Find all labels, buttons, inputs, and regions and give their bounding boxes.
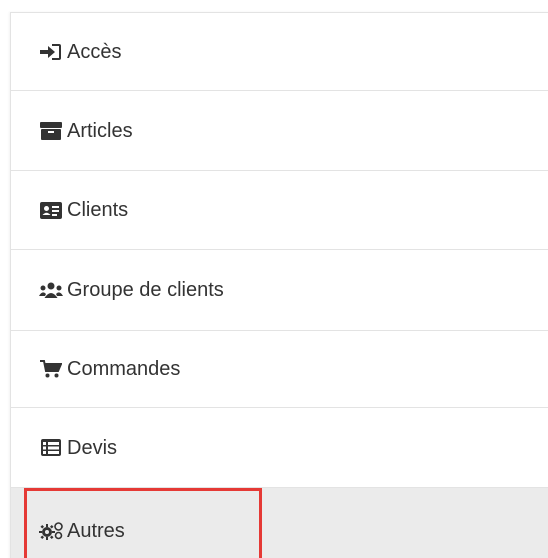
menu-item-devis[interactable]: Devis: [11, 408, 548, 488]
menu-item-label: Commandes: [67, 358, 181, 380]
menu-item-label: Clients: [67, 199, 129, 221]
menu-item-label: Devis: [67, 436, 118, 459]
address-card-icon: [39, 199, 63, 221]
menu-item-label: Articles: [67, 119, 133, 142]
menu-item-label: Autres: [67, 520, 125, 542]
users-icon: [39, 279, 63, 301]
page: Accès Articles Clients Groupe de clients…: [0, 0, 548, 558]
menu-item-autres[interactable]: Autres: [11, 488, 548, 558]
menu-item-articles[interactable]: Articles: [11, 91, 548, 171]
menu-item-clients[interactable]: Clients: [11, 171, 548, 250]
archive-box-icon: [39, 120, 63, 142]
list-table-icon: [39, 437, 63, 459]
menu-item-acces[interactable]: Accès: [11, 13, 548, 91]
menu-item-label: Accès: [67, 40, 122, 63]
side-menu: Accès Articles Clients Groupe de clients…: [10, 12, 548, 558]
sign-in-icon: [39, 41, 63, 63]
menu-item-label: Groupe de clients: [67, 279, 224, 301]
cogs-icon: [39, 520, 63, 542]
shopping-cart-icon: [39, 358, 63, 380]
menu-item-groupe-de-clients[interactable]: Groupe de clients: [11, 250, 548, 331]
menu-item-commandes[interactable]: Commandes: [11, 331, 548, 408]
